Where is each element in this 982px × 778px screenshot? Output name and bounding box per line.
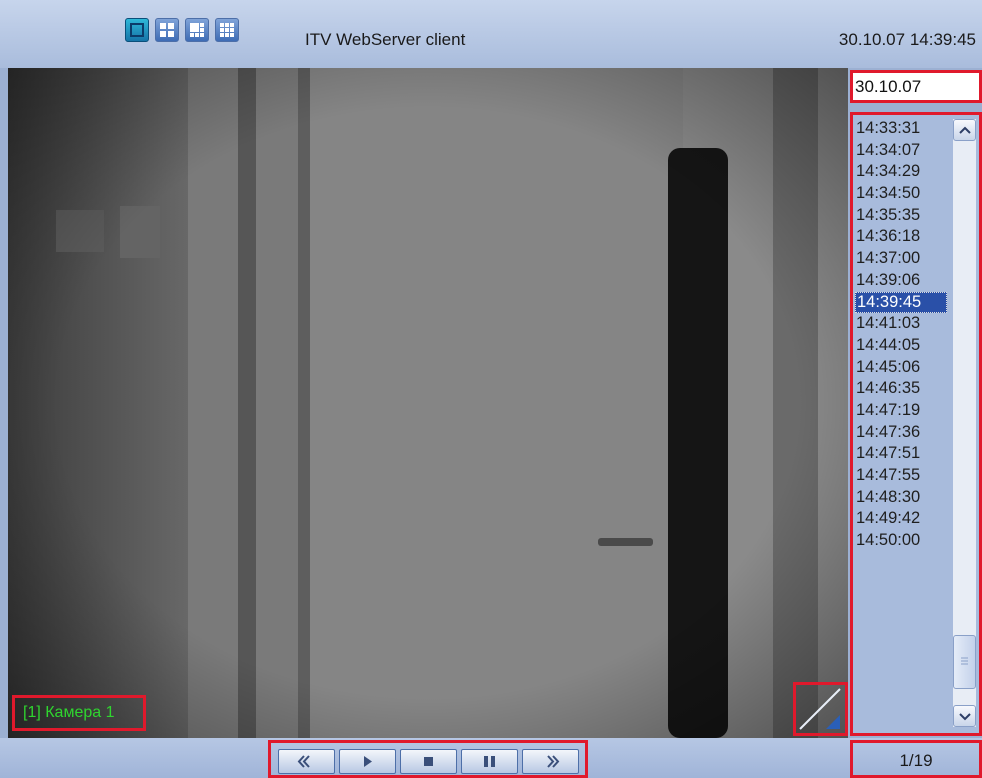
time-list-item[interactable]: 14:34:50 xyxy=(855,183,951,205)
app-title: ITV WebServer client xyxy=(305,30,466,49)
time-list-item[interactable]: 14:47:55 xyxy=(855,465,951,487)
fast-forward-button[interactable] xyxy=(522,749,579,774)
chevron-up-icon xyxy=(959,126,971,134)
layout-1x1-button[interactable] xyxy=(125,18,149,42)
rewind-button[interactable] xyxy=(278,749,335,774)
time-list-item[interactable]: 14:34:29 xyxy=(855,161,951,183)
layout-2x2-button[interactable] xyxy=(155,18,179,42)
time-list-item[interactable]: 14:45:06 xyxy=(855,357,951,379)
datetime-display: 30.10.07 14:39:45 xyxy=(838,30,976,49)
time-list-item[interactable]: 14:50:00 xyxy=(855,530,951,552)
stop-icon xyxy=(424,757,433,766)
time-list-panel: 14:33:31 14:34:07 14:34:29 14:34:50 14:35:35… xyxy=(850,112,982,736)
date-field[interactable]: 30.10.07 xyxy=(850,70,982,103)
time-list-item[interactable]: 14:46:35 xyxy=(855,378,951,400)
time-list-item[interactable]: 14:33:31 xyxy=(855,118,951,140)
time-list-item[interactable]: 14:39:06 xyxy=(855,270,951,292)
time-list-item[interactable]: 14:41:03 xyxy=(855,313,951,335)
time-list-item[interactable]: 14:44:05 xyxy=(855,335,951,357)
time-list-item[interactable]: 14:34:07 xyxy=(855,140,951,162)
time-list-item[interactable]: 14:49:42 xyxy=(855,508,951,530)
time-list-item[interactable]: 14:35:35 xyxy=(855,205,951,227)
page-counter: 1/19 xyxy=(850,740,982,778)
play-button[interactable] xyxy=(339,749,396,774)
camera-label: [1] Камера 1 xyxy=(12,695,146,731)
fast-forward-icon xyxy=(547,755,560,768)
pause-icon xyxy=(484,756,495,767)
layout-3x3-button[interactable] xyxy=(215,18,239,42)
time-list-item[interactable]: 14:36:18 xyxy=(855,226,951,248)
time-list[interactable]: 14:33:31 14:34:07 14:34:29 14:34:50 14:35:35… xyxy=(855,118,951,552)
playback-controls xyxy=(268,740,588,778)
camera-frame-image xyxy=(8,68,848,738)
resize-handle[interactable] xyxy=(793,682,848,736)
time-list-item[interactable]: 14:48:30 xyxy=(855,487,951,509)
video-view[interactable]: [1] Камера 1 xyxy=(8,68,848,738)
grip-icon xyxy=(961,657,968,665)
scroll-up-button[interactable] xyxy=(953,119,976,141)
layout-2x2-icon xyxy=(160,23,174,37)
time-list-item[interactable]: 14:37:00 xyxy=(855,248,951,270)
stop-button[interactable] xyxy=(400,749,457,774)
play-icon xyxy=(364,756,372,767)
resize-grip-icon xyxy=(799,688,841,730)
layout-1x1-icon xyxy=(130,23,144,37)
time-list-item[interactable]: 14:47:19 xyxy=(855,400,951,422)
chevron-down-icon xyxy=(959,713,971,721)
layout-3x3-icon xyxy=(220,23,234,37)
time-list-item[interactable]: 14:47:51 xyxy=(855,443,951,465)
rewind-icon xyxy=(297,755,310,768)
time-list-item[interactable]: 14:47:36 xyxy=(855,422,951,444)
pause-button[interactable] xyxy=(461,749,518,774)
time-list-item[interactable]: 14:39:45 xyxy=(855,291,947,314)
scroll-down-button[interactable] xyxy=(953,705,976,727)
layout-1plus5-button[interactable] xyxy=(185,18,209,42)
scrollbar[interactable] xyxy=(953,119,976,727)
scroll-thumb[interactable] xyxy=(953,635,976,689)
top-bar: ITV WebServer client 30.10.07 14:39:45 xyxy=(0,0,982,68)
layout-1plus5-icon xyxy=(190,23,204,37)
